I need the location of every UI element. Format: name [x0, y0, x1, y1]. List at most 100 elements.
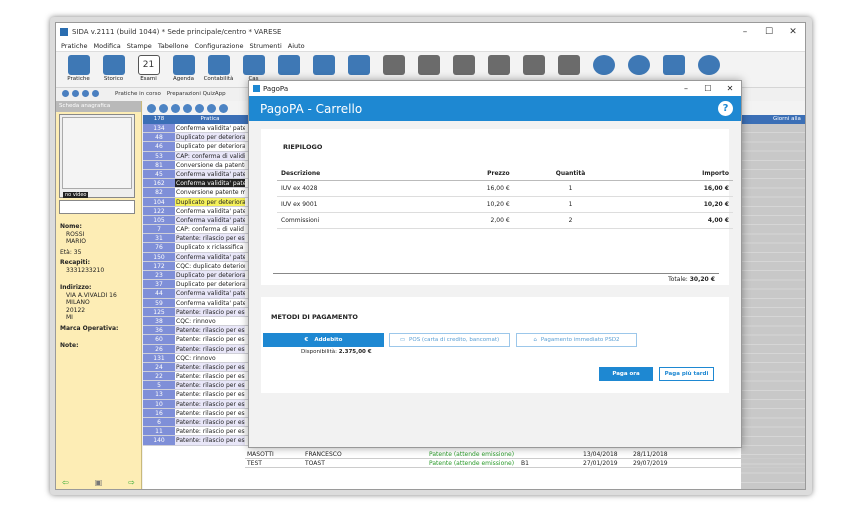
image-icon[interactable]: ▣	[95, 478, 103, 487]
address-line: 20122	[66, 306, 86, 314]
payment-methods-card: METODI DI PAGAMENTO € Addebito ▭ POS (cart…	[261, 297, 729, 393]
arrow-left-icon[interactable]: ⇦	[62, 478, 69, 487]
row-number: 131	[143, 353, 175, 362]
menu-tabellone[interactable]: Tabellone	[158, 42, 189, 50]
tab-pratiche-in-corso[interactable]: Pratiche in corso	[115, 91, 161, 97]
toolbar-esami-button[interactable]: 21 Esami	[132, 52, 165, 87]
table-row[interactable]: TEST TOAST Patente (attende emissione) B1 27…	[245, 459, 805, 468]
pay-later-button[interactable]: Paga più tardi	[659, 367, 714, 381]
grid-icon[interactable]	[159, 103, 168, 113]
help-icon[interactable]: ?	[718, 101, 733, 116]
name-label: Nome:	[60, 223, 82, 230]
method-psd2-button[interactable]: ⌂ Pagamento immediato PSD2	[516, 333, 637, 347]
menu-pratiche[interactable]: Pratiche	[61, 42, 88, 50]
menu-configurazione[interactable]: Configurazione	[195, 42, 244, 50]
menu-aiuto[interactable]: Aiuto	[288, 42, 305, 50]
grid-icon[interactable]	[207, 103, 216, 113]
cell-b: FRANCESCO	[305, 451, 342, 458]
row-number: 162	[143, 179, 175, 188]
row-number: 6	[143, 418, 175, 427]
maximize-icon[interactable]: ☐	[757, 27, 781, 37]
row-pratica: Conferma validita' pate	[175, 289, 245, 298]
row-number: 26	[143, 344, 175, 353]
user-icon	[627, 55, 650, 75]
item-qty: 2	[513, 212, 628, 229]
row-pratica: CQC: rinnovo	[175, 316, 245, 326]
menu-modifica[interactable]: Modifica	[94, 42, 121, 50]
col-importo: Importo	[627, 167, 733, 181]
dialog-window-title: PagoPa	[263, 84, 289, 93]
maximize-icon[interactable]: ☐	[697, 84, 719, 93]
method-pos-button[interactable]: ▭ POS (carta di credito, bancomat)	[389, 333, 510, 347]
row-number: 60	[143, 335, 175, 344]
pagopa-icon	[253, 85, 260, 92]
row-number: 76	[143, 243, 175, 252]
menu-stampe[interactable]: Stampe	[127, 42, 152, 50]
header-count[interactable]: 178	[143, 115, 175, 124]
cell-d	[519, 450, 581, 458]
view-icons[interactable]	[62, 90, 99, 97]
toolbar-agenda-button[interactable]: Agenda	[167, 52, 200, 87]
left-footer: ⇦ ▣ ⇨	[62, 478, 135, 487]
row-pratica: Patente: rilascio per es	[175, 390, 245, 399]
table-row[interactable]: MASOTTI FRANCESCO Patente (attende emissio…	[245, 450, 805, 459]
phone-label: Recapiti:	[60, 259, 90, 266]
item-desc: Commissioni	[277, 212, 421, 229]
row-number: 134	[143, 124, 175, 133]
tab-preparazioni[interactable]: Preparazioni QuizApp	[167, 91, 226, 97]
address-line: MI	[66, 314, 73, 321]
row-pratica: Patente: rilascio per es	[175, 234, 245, 243]
phone-value: 3331233210	[66, 266, 105, 274]
cell-e: 27/01/2019	[583, 460, 618, 467]
grid-icon[interactable]	[183, 103, 192, 113]
cell-a: TEST	[247, 460, 262, 467]
notes-label: Note:	[60, 342, 79, 349]
row-number: 104	[143, 197, 175, 206]
item-price: 2,00 €	[420, 212, 514, 229]
header-pratica[interactable]: Pratica	[175, 115, 245, 124]
row-number: 5	[143, 381, 175, 390]
row-pratica: Conversione patente m	[175, 188, 245, 197]
grid-icon[interactable]	[147, 103, 156, 113]
grid-icon[interactable]	[171, 103, 180, 113]
row-number: 53	[143, 151, 175, 160]
arrow-right-icon[interactable]: ⇨	[128, 478, 135, 487]
method-addebito-button[interactable]: € Addebito	[263, 333, 384, 347]
globe-icon	[592, 55, 615, 75]
toolbar-storico-button[interactable]: Storico	[97, 52, 130, 87]
row-number: 31	[143, 234, 175, 243]
row-number: 59	[143, 298, 175, 307]
table-row: Commissioni 2,00 €2 4,00 €	[277, 212, 733, 229]
col-quantita: Quantità	[513, 167, 628, 181]
header-giorni[interactable]: Giorni alla	[771, 115, 805, 124]
row-number: 125	[143, 307, 175, 316]
summary-title: RIEPILOGO	[283, 143, 323, 151]
item-desc: IUV ex 4028	[277, 180, 421, 197]
folder-icon	[67, 55, 90, 75]
row-number: 22	[143, 372, 175, 381]
address-line: VIA A.VIVALDI 16	[66, 291, 117, 299]
toolbar-pratiche-button[interactable]: Pratiche	[62, 52, 95, 87]
menu-bar: Pratiche Modifica Stampe Tabellone Confi…	[56, 41, 805, 52]
cell-f: 29/07/2019	[633, 460, 668, 467]
toolbar-contabilita-button[interactable]: Contabilità	[202, 52, 235, 87]
menu-strumenti[interactable]: Strumenti	[249, 42, 281, 50]
method-pos-label: POS (carta di credito, bancomat)	[409, 337, 500, 343]
left-panel: Scheda anagrafica no video Nome: ROSSI M…	[56, 101, 142, 489]
pay-now-button[interactable]: Paga ora	[599, 367, 653, 381]
grid-icon[interactable]	[195, 103, 204, 113]
item-amount: 10,20 €	[627, 196, 733, 213]
availability-value: 2.375,00 €	[338, 349, 372, 355]
minimize-icon[interactable]: –	[733, 27, 757, 37]
row-number: 48	[143, 133, 175, 142]
row-number: 11	[143, 427, 175, 436]
table-row: IUV ex 9001 10,20 €1 10,20 €	[277, 196, 733, 213]
bank-icon: ⌂	[533, 337, 537, 343]
card-icon: ▭	[399, 337, 406, 343]
method-psd2-label: Pagamento immediato PSD2	[540, 337, 620, 343]
close-icon[interactable]: ✕	[781, 27, 805, 37]
minimize-icon[interactable]: –	[675, 84, 697, 93]
row-pratica: CQC: duplicato deterior	[175, 261, 245, 270]
close-icon[interactable]: ✕	[719, 84, 741, 93]
grid-icon[interactable]	[219, 103, 228, 113]
